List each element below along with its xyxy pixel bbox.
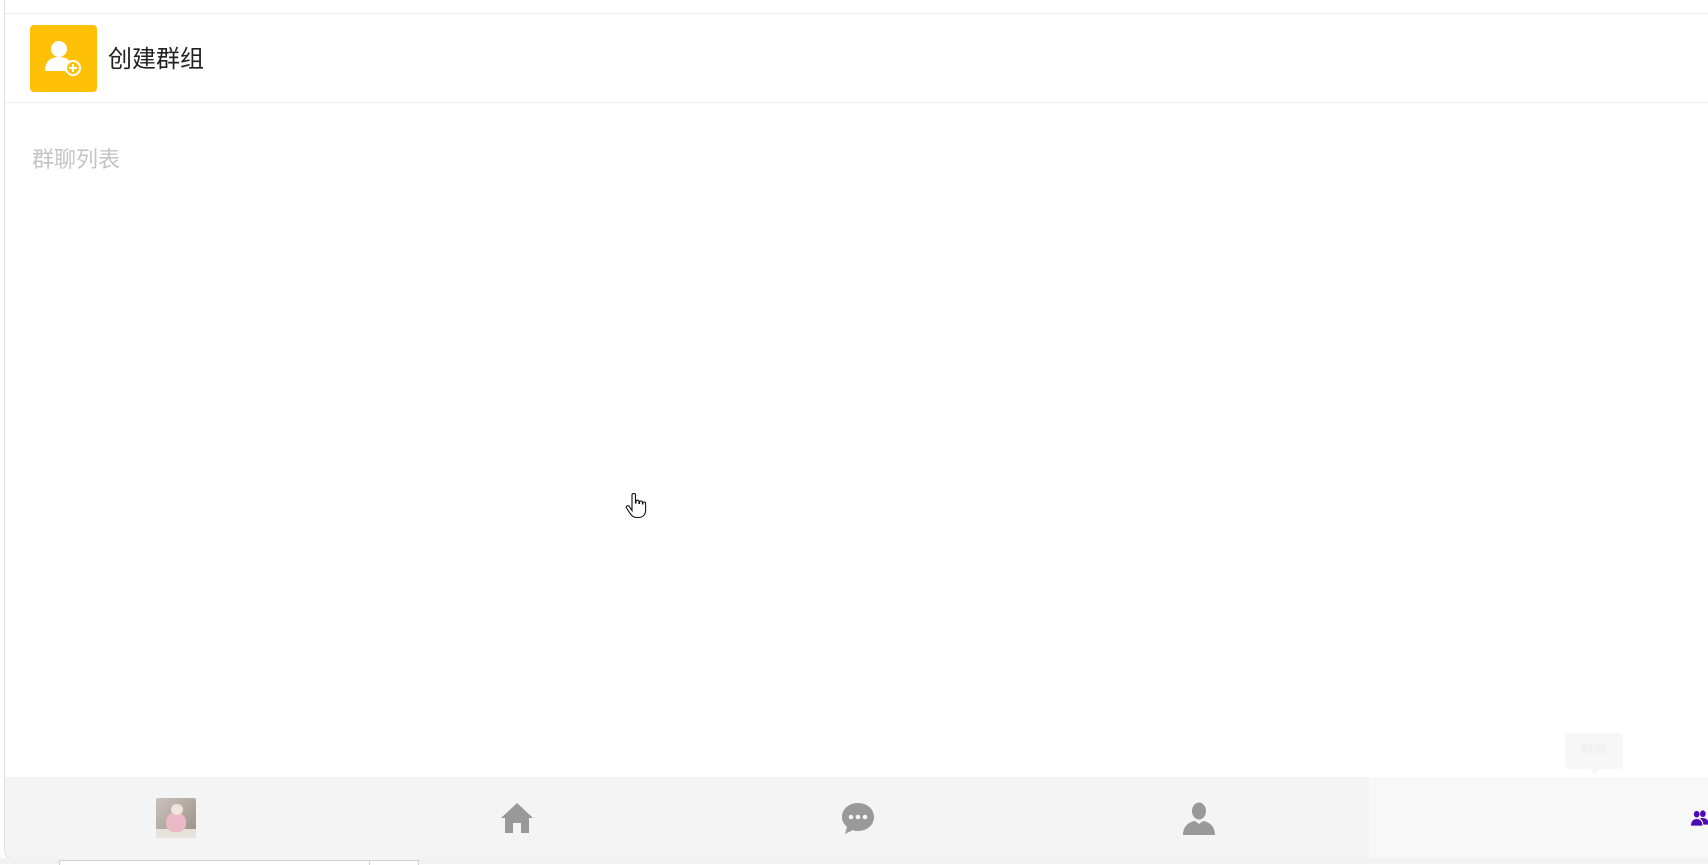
avatar[interactable] [155,797,196,838]
create-group-row[interactable]: 创建群组 [5,14,1708,103]
nav-item-avatar[interactable] [5,777,346,858]
person-icon [1182,802,1215,835]
create-group-label[interactable]: 创建群组 [108,44,204,74]
taskbar-segment [59,860,371,865]
nav-item-home[interactable] [346,777,687,858]
app-window: 创建群组 群聊列表 [4,0,1708,859]
hand-cursor-icon [625,492,647,523]
group-icon [1691,809,1708,826]
tooltip-arrow [1589,769,1601,775]
bottom-nav [5,777,1708,858]
nav-item-groups[interactable] [1369,777,1708,858]
nav-item-chat[interactable] [687,777,1028,858]
taskbar-segment [369,860,419,865]
chat-bubble-icon [841,802,874,834]
add-user-icon-glyph [45,41,81,76]
add-user-icon[interactable] [30,25,97,92]
home-icon [500,802,533,833]
group-list-heading: 群聊列表 [32,148,121,173]
nav-item-contacts[interactable] [1028,777,1369,858]
taskbar-strip [0,858,1708,865]
groups-tooltip: 群聊 [1565,733,1623,769]
